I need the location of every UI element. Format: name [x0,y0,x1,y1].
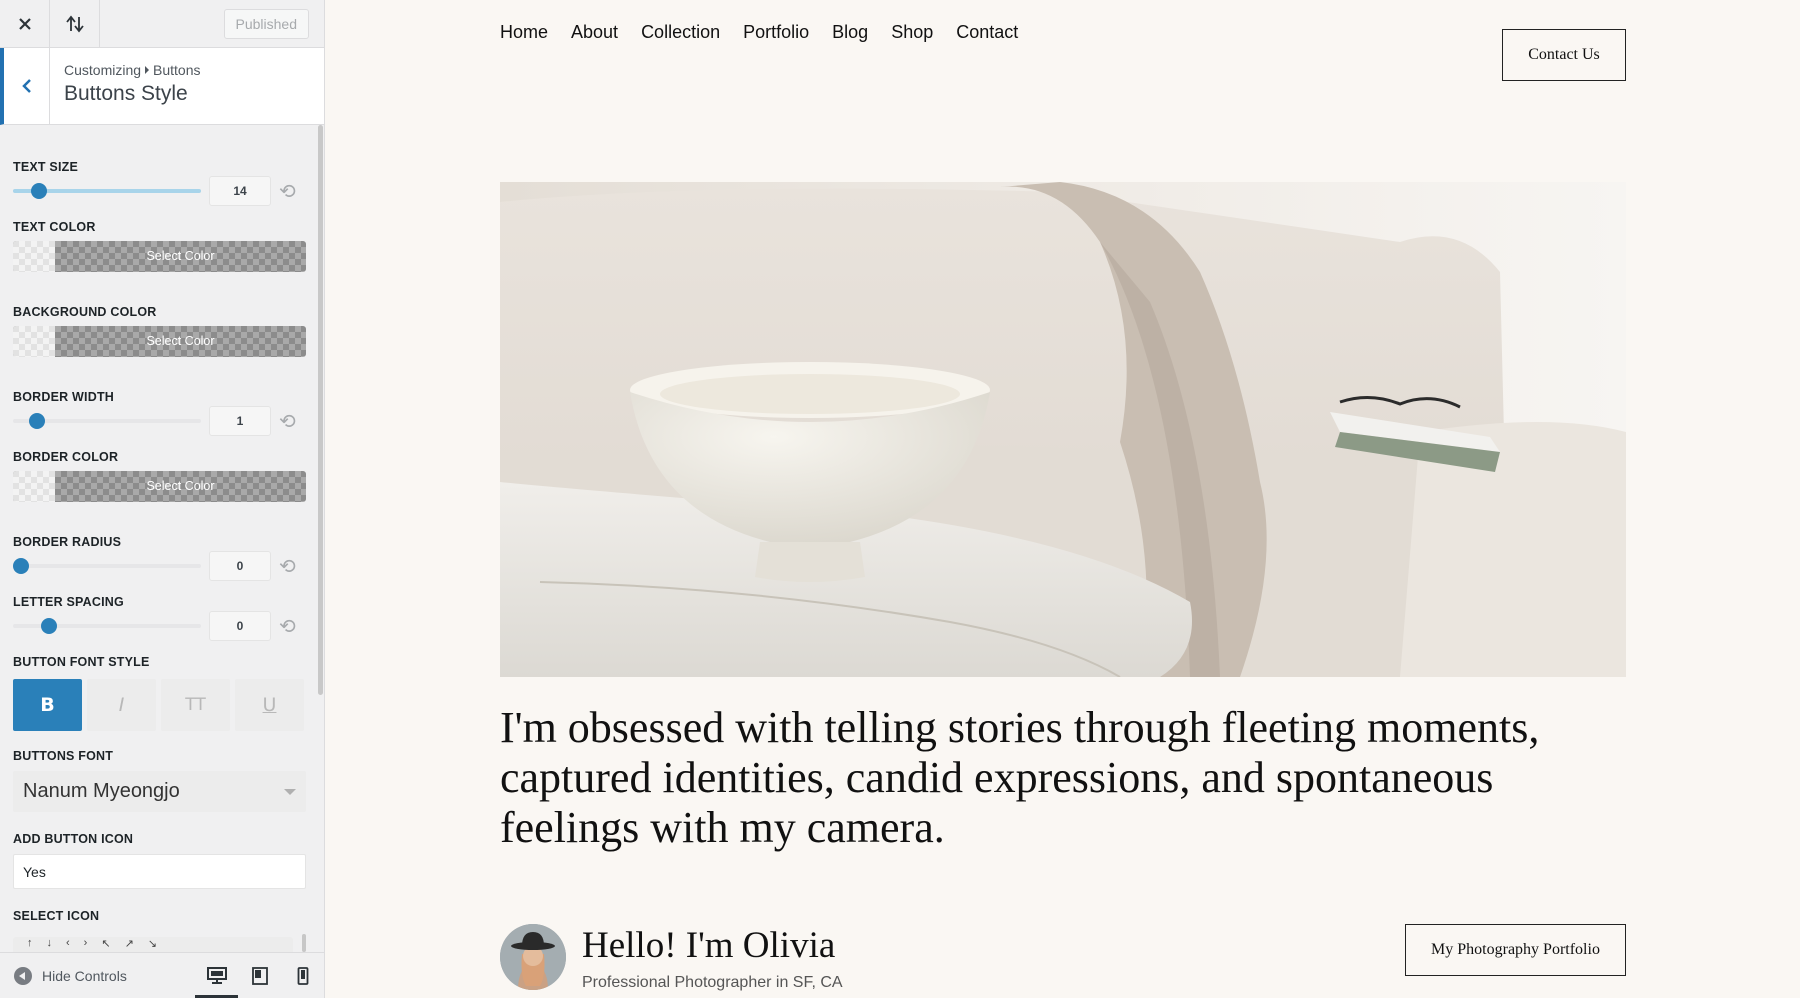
reorder-icon[interactable] [50,0,100,48]
border-color-label: BORDER COLOR [13,450,119,464]
nav-shop[interactable]: Shop [891,22,933,43]
border-width-input[interactable]: 1 [209,406,271,436]
text-size-slider-thumb[interactable] [31,183,47,199]
customizer-sidebar: Published Customizing Buttons Buttons Sty… [0,0,325,998]
color-swatch [13,471,55,502]
hide-controls-button[interactable]: Hide Controls [42,968,127,984]
color-swatch [13,326,55,357]
publish-button[interactable]: Published [223,8,309,39]
nav-collection[interactable]: Collection [641,22,720,43]
letter-spacing-slider-thumb[interactable] [41,618,57,634]
nav-portfolio[interactable]: Portfolio [743,22,809,43]
customizer-footer: Hide Controls [0,952,324,998]
chevron-left-icon[interactable]: ‹ [66,937,70,949]
uppercase-button[interactable]: TT [161,679,230,731]
section-title: Buttons Style [64,82,188,105]
site-preview: Home About Collection Portfolio Blog Sho… [325,0,1800,998]
reset-icon[interactable]: ⟲ [279,614,296,639]
hero-headline: I'm obsessed with telling stories throug… [500,703,1540,852]
text-size-control: 14 ⟲ [13,174,305,208]
buttons-font-label: BUTTONS FONT [13,749,114,763]
text-size-input[interactable]: 14 [209,176,271,206]
color-swatch [13,241,55,272]
text-color-label: TEXT COLOR [13,220,96,234]
nav-blog[interactable]: Blog [832,22,868,43]
add-button-icon-select[interactable]: Yes [13,854,306,889]
text-size-slider[interactable] [13,183,201,199]
breadcrumb-arrow-icon [145,66,150,74]
section-header: Customizing Buttons Buttons Style [0,48,324,125]
border-color-button[interactable]: Select Color [13,471,306,502]
hero-image [500,182,1626,677]
buttons-font-value: Nanum Myeongjo [23,780,180,802]
customizer-topbar: Published [0,0,324,48]
profile-intro: Hello! I'm Olivia Professional Photograp… [582,924,843,992]
letter-spacing-control: 0 ⟲ [13,609,305,643]
border-color-button-label: Select Color [146,479,215,493]
nav-about[interactable]: About [571,22,618,43]
reset-icon[interactable]: ⟲ [279,554,296,579]
border-width-slider-thumb[interactable] [29,413,45,429]
breadcrumb: Customizing Buttons [64,62,201,78]
background-color-button-label: Select Color [146,334,215,348]
mobile-preview-icon[interactable] [281,953,324,998]
border-radius-input[interactable]: 0 [209,551,271,581]
nav-home[interactable]: Home [500,22,548,43]
site-nav: Home About Collection Portfolio Blog Sho… [500,22,1018,43]
nav-contact[interactable]: Contact [956,22,1018,43]
sidebar-scrollbar[interactable] [318,125,323,695]
border-radius-control: 0 ⟲ [13,549,305,583]
arrow-down-right-icon[interactable]: ↘ [148,937,157,950]
border-width-slider[interactable] [13,413,201,429]
background-color-button[interactable]: Select Color [13,326,306,357]
text-color-button-label: Select Color [146,249,215,263]
reset-icon[interactable]: ⟲ [279,409,296,434]
border-radius-slider[interactable] [13,558,201,574]
device-switcher [195,953,324,998]
buttons-font-select[interactable]: Nanum Myeongjo [13,771,306,812]
background-color-label: BACKGROUND COLOR [13,305,157,319]
add-button-icon-label: ADD BUTTON ICON [13,832,134,846]
breadcrumb-parent: Buttons [153,62,201,78]
reset-icon[interactable]: ⟲ [279,179,296,204]
arrow-up-left-icon[interactable]: ↖ [101,937,110,950]
collapse-icon[interactable] [14,966,32,985]
arrow-up-right-icon[interactable]: ↗ [125,937,134,950]
icon-picker[interactable]: ↑ ↓ ‹ › ↖ ↗ ↘ [13,937,293,952]
section-titles: Customizing Buttons Buttons Style [50,48,201,124]
icon-picker-scrollbar[interactable] [302,934,306,952]
border-radius-label: BORDER RADIUS [13,535,122,549]
chevron-left-icon [21,79,31,93]
portfolio-button[interactable]: My Photography Portfolio [1405,924,1626,976]
text-size-label: TEXT SIZE [13,160,79,174]
font-style-group: B I TT U [13,679,305,731]
contact-us-button[interactable]: Contact Us [1502,29,1626,81]
underline-button[interactable]: U [235,679,304,731]
letter-spacing-slider[interactable] [13,618,201,634]
bold-button[interactable]: B [13,679,82,731]
button-font-style-label: BUTTON FONT STYLE [13,655,150,669]
border-width-control: 1 ⟲ [13,404,305,438]
controls-panel: TEXT SIZE 14 ⟲ TEXT COLOR Select Color B… [0,125,318,952]
letter-spacing-label: LETTER SPACING [13,595,124,609]
breadcrumb-root: Customizing [64,62,142,78]
select-icon-label: SELECT ICON [13,909,100,923]
tablet-preview-icon[interactable] [238,953,281,998]
back-button[interactable] [4,48,50,124]
text-color-button[interactable]: Select Color [13,241,306,272]
chevron-down-icon [284,789,296,795]
profile-greeting: Hello! I'm Olivia [582,925,836,966]
chevron-right-icon[interactable]: › [84,937,88,949]
profile-subtitle: Professional Photographer in SF, CA [582,974,843,991]
profile-block: Hello! I'm Olivia Professional Photograp… [500,924,843,992]
close-icon[interactable] [0,0,50,48]
border-width-label: BORDER WIDTH [13,390,115,404]
border-radius-slider-thumb[interactable] [13,558,29,574]
avatar [500,924,566,990]
arrow-up-icon[interactable]: ↑ [27,937,33,949]
desktop-preview-icon[interactable] [195,953,238,998]
letter-spacing-input[interactable]: 0 [209,611,271,641]
arrow-down-icon[interactable]: ↓ [47,937,53,949]
italic-button[interactable]: I [87,679,156,731]
